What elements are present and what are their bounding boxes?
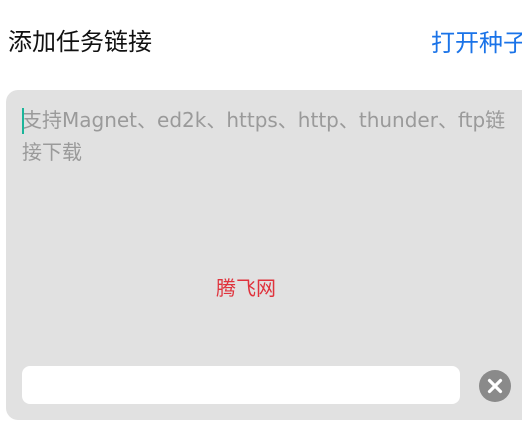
link-input-placeholder: 支持Magnet、ed2k、https、http、thunder、ftp链接下载 [22, 108, 506, 164]
text-caret [22, 108, 24, 134]
add-task-link-dialog: 添加任务链接 打开种子 支持Magnet、ed2k、https、http、thu… [0, 0, 522, 425]
header: 添加任务链接 打开种子 [0, 0, 522, 86]
close-circle-icon [487, 378, 503, 394]
clear-button[interactable] [479, 370, 511, 402]
secondary-input-field[interactable] [22, 366, 460, 404]
open-torrent-button[interactable]: 打开种子 [431, 27, 522, 59]
link-input-card: 支持Magnet、ed2k、https、http、thunder、ftp链接下载… [6, 90, 522, 420]
watermark-text: 腾飞网 [216, 276, 276, 300]
page-title: 添加任务链接 [8, 28, 152, 56]
